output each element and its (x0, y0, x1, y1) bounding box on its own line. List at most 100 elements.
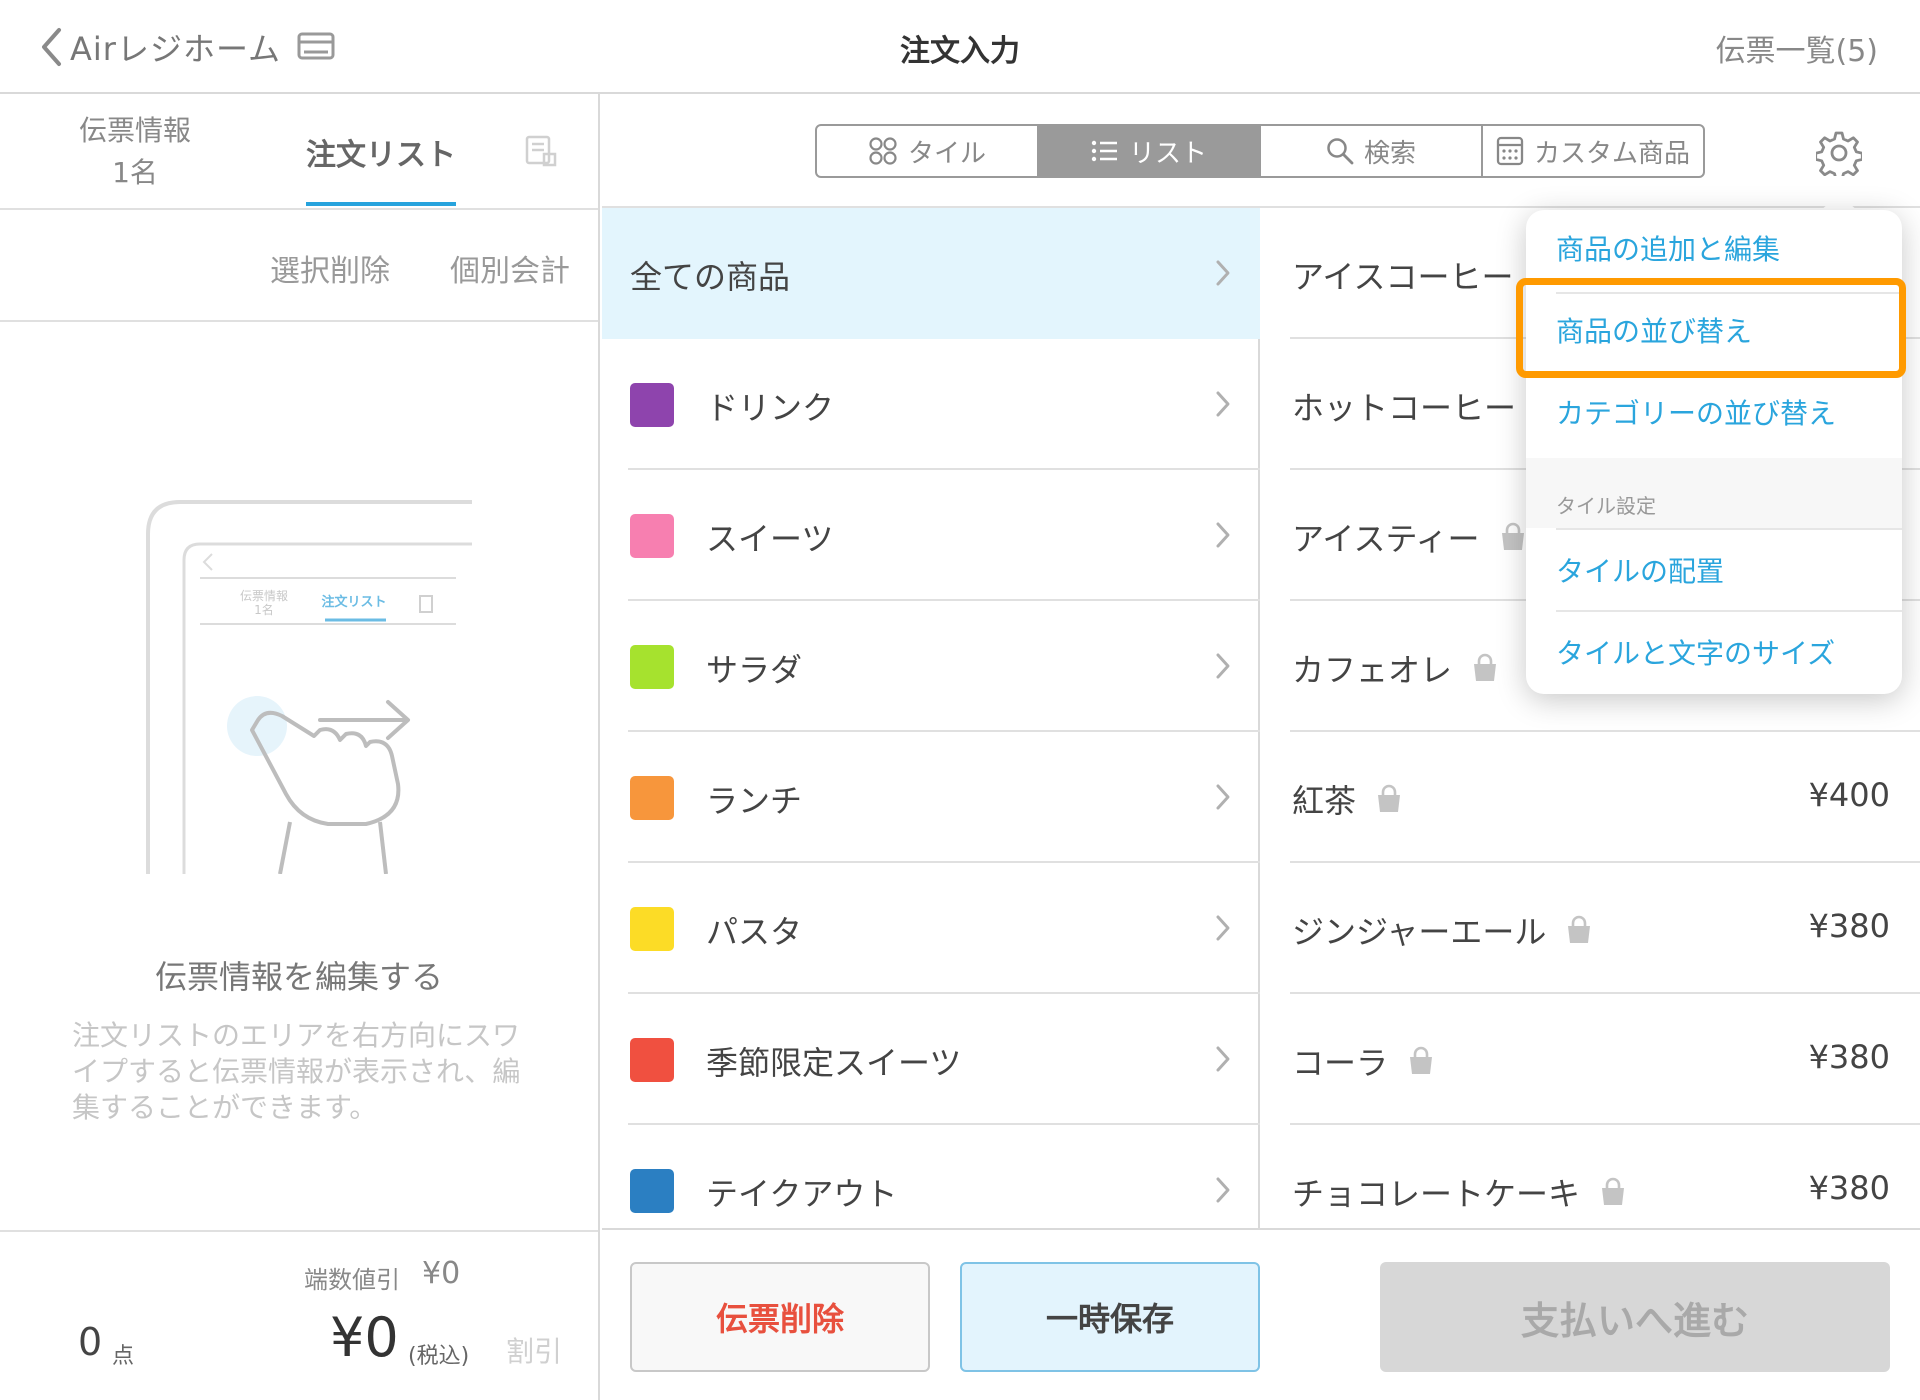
chevron-right-icon (1216, 784, 1230, 810)
product-price: ¥380 (1808, 1038, 1890, 1076)
tab-search-label: 検索 (1363, 138, 1416, 169)
menu-add-edit-products[interactable]: 商品の追加と編集 (1556, 228, 1780, 268)
back-button-label: Airレジホーム (70, 30, 281, 68)
category-list: 全ての商品 ドリンク スイーツ サラダ ランチ パスタ 季節限定スイーツ テイク… (602, 208, 1260, 1228)
category-color-swatch (630, 514, 674, 558)
product-name: ジンジャーエール (1292, 913, 1547, 951)
illus-tab-guests: 1名 (254, 602, 274, 617)
category-color-swatch (630, 776, 674, 820)
tab-slip-info-label: 伝票情報 (78, 114, 191, 147)
split-bill-button[interactable]: 個別会計 (450, 246, 570, 290)
tab-slip-info-guests: 1名 (112, 156, 158, 189)
divider (0, 208, 598, 210)
chevron-right-icon (1216, 522, 1230, 548)
takeout-bag-icon (1602, 1177, 1625, 1205)
product-row[interactable]: チョコレートケーキ ¥380 (1262, 1125, 1920, 1256)
proceed-payment-button[interactable]: 支払いへ進む (1380, 1262, 1890, 1372)
category-color-swatch (630, 1038, 674, 1082)
swipe-illustration: 伝票情報 1名 注文リスト (146, 500, 472, 874)
active-tab-indicator (306, 202, 456, 206)
product-name-wrap: コーラ (1292, 1038, 1436, 1084)
category-row-pasta[interactable]: パスタ (602, 863, 1260, 994)
page-title: 注文入力 (900, 34, 1020, 69)
tab-order-list[interactable]: 注文リスト (306, 130, 456, 174)
category-row-takeout[interactable]: テイクアウト (602, 1125, 1260, 1256)
hint-title: 伝票情報を編集する (154, 958, 443, 996)
calculator-icon (1496, 136, 1524, 166)
product-name-wrap: ジンジャーエール (1292, 907, 1594, 953)
select-delete-button[interactable]: 選択削除 (270, 246, 390, 290)
category-color-swatch (630, 1169, 674, 1213)
tab-slip-info[interactable]: 伝票情報 1名 (60, 110, 210, 194)
view-mode-segmented-control: タイル リスト 検索 カスタム商品 (815, 124, 1705, 178)
product-name-wrap: チョコレートケーキ (1292, 1169, 1628, 1215)
tab-list-label: リスト (1128, 138, 1207, 169)
product-row[interactable]: 紅茶 ¥400 (1262, 732, 1920, 863)
product-name: ホットコーヒー (1292, 389, 1517, 427)
tab-custom-product[interactable]: カスタム商品 (1483, 126, 1703, 176)
menu-tile-text-size[interactable]: タイルと文字のサイズ (1556, 632, 1835, 672)
menu-sort-categories[interactable]: カテゴリーの並び替え (1556, 392, 1836, 432)
slip-list-link[interactable]: 伝票一覧(5) (1716, 26, 1879, 70)
product-name-wrap: カフェオレ (1292, 645, 1500, 691)
divider (0, 320, 598, 322)
chevron-right-icon (1216, 1177, 1230, 1203)
settings-button[interactable] (1814, 130, 1864, 181)
category-color-swatch (630, 907, 674, 951)
chevron-right-icon (1216, 915, 1230, 941)
product-name: カフェオレ (1292, 651, 1453, 689)
section-header-tile-settings: タイル設定 (1556, 494, 1656, 518)
category-row-sweets[interactable]: スイーツ (602, 470, 1260, 601)
top-bar: Airレジホーム 注文入力 伝票一覧(5) (0, 0, 1920, 94)
memo-icon[interactable] (524, 134, 558, 172)
cash-drawer-icon[interactable] (296, 28, 336, 68)
total-tax-note: (税込) (408, 1344, 470, 1369)
product-row[interactable]: コーラ ¥380 (1262, 994, 1920, 1125)
category-color-swatch (630, 645, 674, 689)
search-icon (1327, 138, 1354, 165)
product-row[interactable]: ジンジャーエール ¥380 (1262, 863, 1920, 994)
rounding-label: 端数値引 (304, 1266, 400, 1294)
illus-tab-info: 伝票情報 (240, 589, 288, 603)
category-row-lunch[interactable]: ランチ (602, 732, 1260, 863)
takeout-bag-icon (1378, 784, 1401, 812)
tab-list-view[interactable]: リスト (1039, 126, 1261, 176)
product-price: ¥380 (1808, 1169, 1890, 1207)
delete-slip-button[interactable]: 伝票削除 (630, 1262, 930, 1372)
category-name: テイクアウト (706, 1175, 898, 1213)
takeout-bag-icon (1568, 915, 1591, 943)
product-name: コーラ (1292, 1044, 1389, 1082)
tab-tile-view[interactable]: タイル (817, 126, 1039, 176)
divider (1556, 610, 1902, 612)
category-row-salad[interactable]: サラダ (602, 601, 1260, 732)
chevron-right-icon (1216, 1046, 1230, 1072)
tab-search[interactable]: 検索 (1261, 126, 1483, 176)
category-name: 全ての商品 (630, 258, 791, 296)
category-name: スイーツ (706, 520, 834, 558)
chevron-right-icon (1216, 653, 1230, 679)
chevron-right-icon (1216, 260, 1230, 286)
item-count: 0 (78, 1320, 103, 1364)
divider (1556, 528, 1902, 530)
category-row-all[interactable]: 全ての商品 (602, 208, 1260, 339)
menu-tile-layout[interactable]: タイルの配置 (1556, 550, 1724, 590)
category-name: パスタ (706, 913, 803, 951)
illus-tab-order: 注文リスト (321, 594, 386, 610)
discount-button[interactable]: 割引 (506, 1330, 562, 1370)
chevron-left-icon (42, 28, 61, 66)
takeout-bag-icon (1410, 1046, 1433, 1074)
category-name: ランチ (706, 782, 803, 820)
product-name: チョコレートケーキ (1292, 1175, 1581, 1213)
chevron-right-icon (1216, 391, 1230, 417)
total-amount: ¥0 (330, 1306, 399, 1369)
gear-icon (1814, 131, 1864, 181)
hold-button[interactable]: 一時保存 (960, 1262, 1260, 1372)
highlight-frame-sort-products (1516, 278, 1906, 378)
back-button[interactable]: Airレジホーム (40, 22, 281, 72)
category-row-seasonal-sweets[interactable]: 季節限定スイーツ (602, 994, 1260, 1125)
item-count-unit: 点 (112, 1344, 135, 1369)
grid-icon (869, 137, 897, 165)
category-row-drink[interactable]: ドリンク (602, 339, 1260, 470)
takeout-bag-icon (1474, 653, 1497, 681)
product-price: ¥380 (1808, 907, 1890, 945)
